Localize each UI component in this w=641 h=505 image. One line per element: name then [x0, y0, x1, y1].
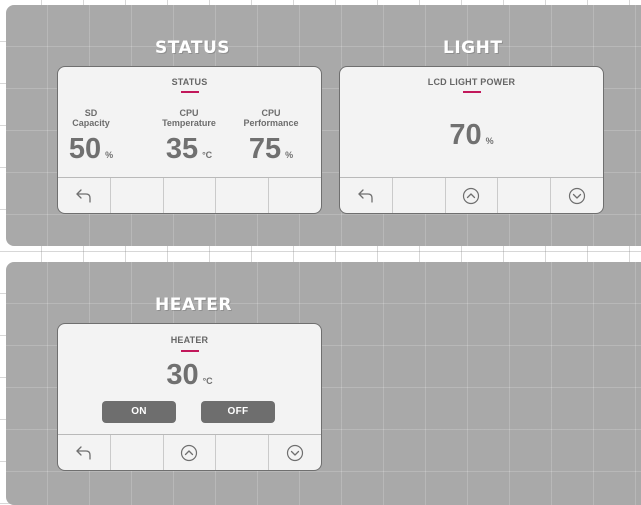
status-toolbar-slot-5 — [268, 178, 321, 213]
heater-off-button[interactable]: OFF — [201, 401, 275, 423]
cpu-temperature-unit: °C — [202, 150, 213, 160]
cpu-performance-label: CPU Performance — [243, 108, 299, 128]
heater-toolbar-slot-4 — [215, 435, 268, 470]
light-panel-title: LCD LIGHT POWER — [427, 77, 516, 87]
light-back-button[interactable] — [340, 178, 392, 213]
heater-on-button[interactable]: ON — [102, 401, 176, 423]
status-toolbar-slot-2 — [109, 178, 163, 213]
light-value: 70 — [449, 119, 482, 151]
cpu-performance-unit: % — [285, 150, 294, 160]
light-toolbar — [340, 177, 603, 213]
cpu-performance-value-row: 75% — [231, 134, 311, 170]
heater-decrease-button[interactable] — [268, 435, 321, 470]
status-section-title: STATUS — [155, 38, 231, 58]
chevron-up-circle-icon — [181, 444, 198, 461]
status-title-underline — [181, 91, 199, 93]
sd-capacity-value: 50 — [68, 133, 102, 165]
sd-capacity-value-row: 50% — [58, 133, 131, 170]
heater-back-button[interactable] — [58, 435, 110, 470]
heater-toolbar-slot-2 — [109, 435, 163, 470]
light-unit: % — [485, 136, 494, 146]
heater-panel-title: HEATER — [170, 335, 209, 345]
status-toolbar-slot-4 — [215, 178, 268, 213]
sd-capacity-label: SD Capacity — [72, 108, 110, 128]
back-arrow-icon — [76, 445, 91, 460]
status-toolbar — [58, 177, 321, 213]
cpu-performance-value: 75 — [248, 133, 282, 165]
cpu-temperature-metric: CPU Temperature 35 °C — [149, 108, 229, 170]
back-arrow-icon — [76, 188, 91, 203]
heater-value-row: 30 °C — [58, 359, 321, 392]
light-title-underline — [463, 91, 481, 93]
cpu-temperature-label: CPU Temperature — [162, 108, 216, 128]
back-arrow-icon — [358, 188, 373, 203]
light-toolbar-slot-4 — [497, 178, 550, 213]
light-toolbar-slot-2 — [391, 178, 445, 213]
heater-increase-button[interactable] — [162, 435, 216, 470]
heater-unit: °C — [202, 376, 213, 386]
chevron-down-circle-icon — [286, 444, 304, 461]
heater-value: 30 — [166, 359, 199, 391]
light-panel: LCD LIGHT POWER 70% — [339, 66, 604, 214]
status-panel-title: STATUS — [171, 77, 208, 87]
light-section-title: LIGHT — [443, 38, 503, 58]
sd-capacity-unit: % — [105, 150, 114, 160]
light-value-row: 70% — [340, 119, 603, 152]
chevron-down-circle-icon — [568, 187, 586, 204]
light-decrease-button[interactable] — [550, 178, 603, 213]
cpu-performance-metric: CPU Performance 75% — [231, 108, 311, 170]
heater-toolbar — [58, 434, 321, 470]
light-increase-button[interactable] — [444, 178, 498, 213]
heater-section-title: HEATER — [155, 295, 232, 315]
cpu-temperature-value-row: 35 °C — [149, 134, 229, 170]
status-back-button[interactable] — [58, 178, 110, 213]
heater-title-underline — [181, 350, 199, 352]
chevron-up-circle-icon — [463, 187, 480, 204]
status-panel: STATUS SD Capacity 50% CPU Temperature 3… — [57, 66, 322, 214]
heater-panel: HEATER 30 °C ON OFF — [57, 323, 322, 471]
sd-capacity-metric: SD Capacity 50% — [58, 108, 131, 170]
status-toolbar-slot-3 — [162, 178, 216, 213]
cpu-temperature-value: 35 — [165, 133, 199, 165]
